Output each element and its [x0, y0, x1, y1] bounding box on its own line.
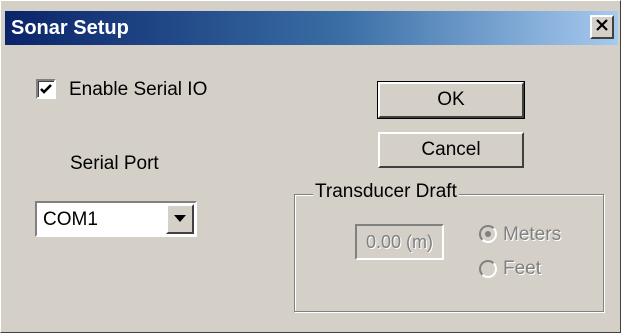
draft-value-input[interactable]: 0.00 (m) — [355, 224, 444, 260]
serial-port-label: Serial Port — [70, 153, 159, 174]
transducer-draft-label: Transducer Draft — [313, 181, 459, 203]
serial-port-dropdown-button[interactable] — [166, 204, 194, 234]
checkmark-icon — [40, 84, 52, 94]
enable-serial-io-checkbox[interactable] — [36, 79, 56, 99]
feet-label: Feet — [503, 258, 542, 279]
dialog-title: Sonar Setup — [11, 17, 129, 39]
transducer-draft-group — [294, 194, 604, 312]
serial-port-select[interactable]: COM1 — [35, 201, 197, 237]
enable-serial-io-label: Enable Serial IO — [69, 79, 208, 100]
dropdown-arrow-icon — [174, 215, 186, 222]
ok-button[interactable]: OK — [377, 81, 525, 119]
close-button[interactable] — [590, 15, 614, 39]
title-bar[interactable]: Sonar Setup — [5, 11, 618, 45]
radio-selected-dot — [485, 231, 491, 237]
cancel-button[interactable]: Cancel — [378, 132, 524, 168]
meters-label: Meters — [503, 224, 562, 245]
feet-radio[interactable] — [479, 260, 497, 278]
close-icon — [595, 18, 609, 36]
serial-port-value: COM1 — [43, 209, 98, 230]
meters-radio[interactable] — [479, 225, 497, 243]
sonar-setup-dialog: Sonar Setup Enable Serial IO Serial Port… — [0, 0, 621, 333]
